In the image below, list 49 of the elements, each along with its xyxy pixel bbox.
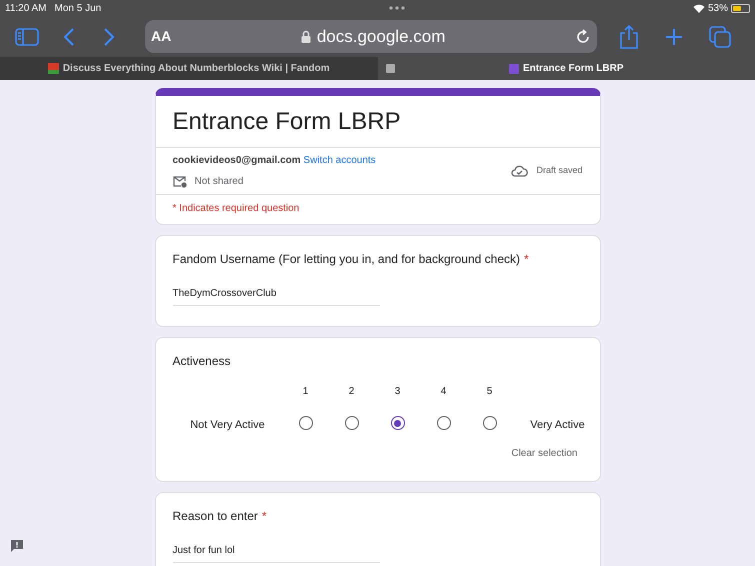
radio-button[interactable] <box>436 416 450 430</box>
battery-percent: 53% <box>708 2 728 16</box>
question-label: Activeness <box>172 353 231 370</box>
wifi-icon <box>692 4 705 12</box>
switch-accounts-link[interactable]: Switch accounts <box>303 155 376 166</box>
scale-number: 5 <box>486 385 494 399</box>
cloud-check-icon <box>511 165 528 177</box>
feedback-icon[interactable] <box>10 539 24 553</box>
radio-button[interactable] <box>390 416 404 430</box>
sharing-status: Not shared <box>194 175 244 189</box>
radio-button[interactable] <box>298 416 312 430</box>
text-size-button[interactable]: AA <box>151 26 172 47</box>
answer-field[interactable]: Just for fun lol <box>172 542 380 562</box>
account-line: cookievideos0@gmail.com Switch accounts <box>172 154 377 168</box>
question-label: Fandom Username (For letting you in, and for background check) <box>172 251 520 268</box>
sidebar-icon[interactable] <box>15 26 39 46</box>
mail-settings-icon <box>172 176 186 188</box>
low-label: Not Very Active <box>189 418 266 433</box>
required-note: * Indicates required question <box>172 202 300 216</box>
address-bar[interactable]: AA docs.google.com <box>145 20 597 53</box>
more-icon <box>389 6 406 10</box>
scale-number: 1 <box>302 385 310 399</box>
required-asterisk: * <box>524 251 529 268</box>
status-time: 11:20 AM <box>5 2 47 16</box>
reload-icon[interactable] <box>575 28 591 44</box>
draft-status: Draft saved <box>536 164 582 178</box>
tabs-icon[interactable] <box>709 26 731 48</box>
answer-field[interactable]: TheDymCrossoverClub <box>172 286 380 306</box>
battery-icon <box>730 4 750 12</box>
scale-number: 3 <box>394 385 402 399</box>
back-icon[interactable] <box>63 28 75 46</box>
status-date: Mon 5 Jun <box>54 2 102 16</box>
share-icon[interactable] <box>619 24 639 48</box>
form-favicon <box>508 64 519 74</box>
scale-number: 4 <box>440 385 448 399</box>
scale-number: 2 <box>348 385 356 399</box>
question-label: Reason to enter <box>172 508 258 524</box>
radio-button[interactable] <box>482 416 496 430</box>
high-label: Very Active <box>529 418 586 433</box>
forward-icon[interactable] <box>103 28 115 46</box>
required-asterisk: * <box>262 508 267 524</box>
lock-icon <box>300 30 311 43</box>
url-text: docs.google.com <box>316 26 446 48</box>
form-title: Entrance Form LBRP <box>156 96 600 148</box>
radio-button[interactable] <box>344 416 358 430</box>
site-favicon <box>48 63 59 74</box>
clear-selection-button[interactable]: Clear selection <box>511 446 578 460</box>
browser-tab[interactable]: Discuss Everything About Numberblocks Wiki | Fandom <box>0 57 378 80</box>
plus-icon[interactable] <box>665 28 683 46</box>
